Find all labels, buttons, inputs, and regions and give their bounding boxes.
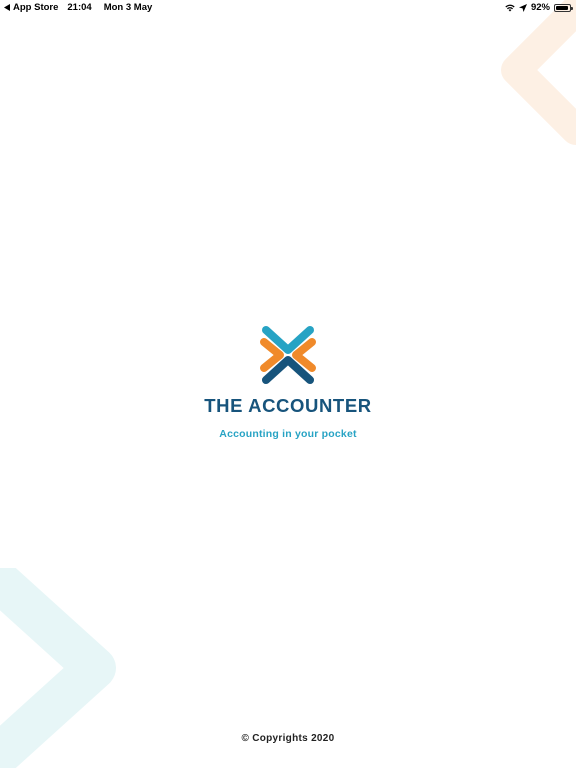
brand-name: THE ACCOUNTER — [0, 396, 576, 416]
status-bar: App Store 21:04 Mon 3 May 92% — [0, 0, 576, 16]
back-to-app-store[interactable]: App Store — [4, 2, 58, 13]
brand-name-e: E — [344, 395, 358, 416]
battery-icon — [554, 3, 573, 12]
brand-name-part1: THE ACCOUNT — [204, 395, 345, 416]
location-arrow-icon — [518, 3, 527, 12]
battery-percent: 92% — [530, 2, 550, 13]
decorative-chevron-top-right — [501, 0, 576, 145]
splash-screen: App Store 21:04 Mon 3 May 92% THE ACCOUN… — [0, 0, 576, 768]
back-arrow-icon — [4, 4, 10, 11]
wifi-icon — [505, 4, 515, 11]
brand-logo-block: THE ACCOUNTER Accounting in your pocket — [0, 324, 576, 440]
status-time: 21:04 — [67, 2, 92, 13]
back-app-label: App Store — [13, 2, 59, 13]
status-date: Mon 3 May — [103, 2, 153, 13]
accounter-logo-icon — [260, 326, 316, 384]
copyright-text: © Copyrights 2020 — [241, 733, 335, 744]
brand-name-part2: R — [357, 395, 372, 416]
battery-fill — [556, 5, 568, 10]
brand-tagline: Accounting in your pocket — [219, 428, 357, 440]
